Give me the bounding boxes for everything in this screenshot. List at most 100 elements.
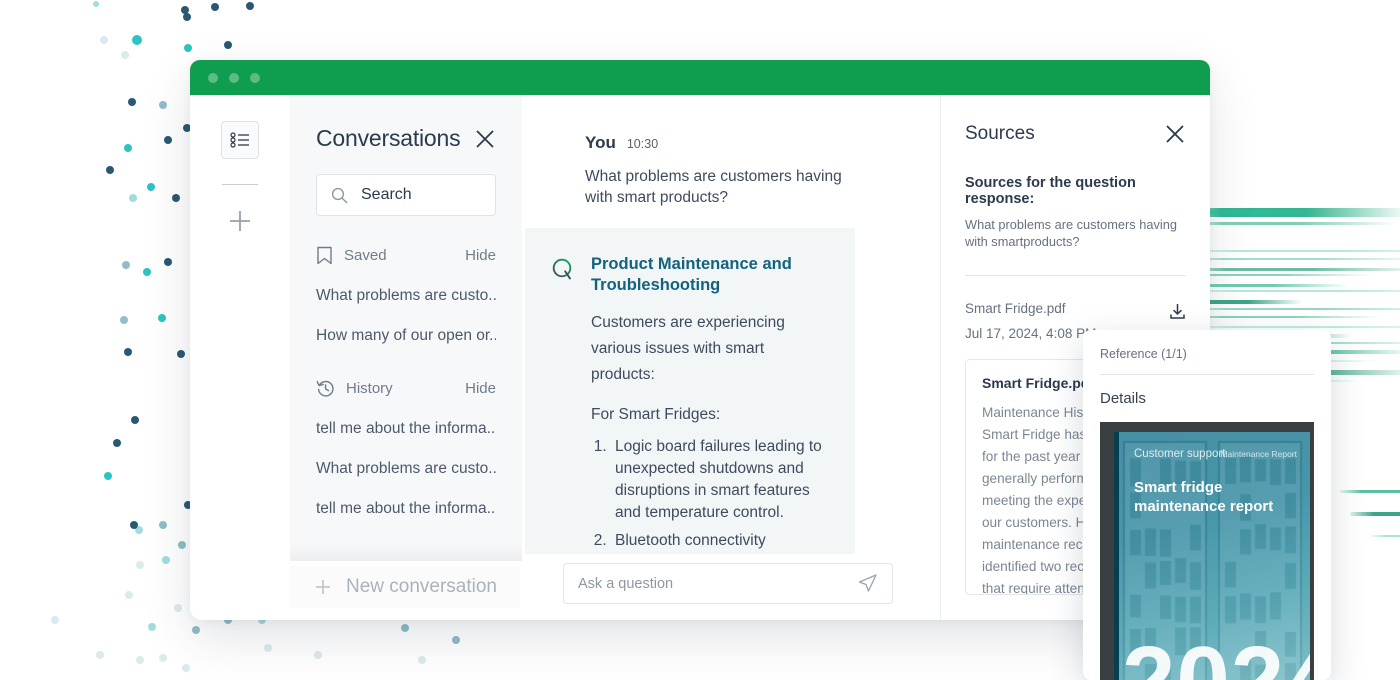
close-icon[interactable] [1164,123,1186,145]
thumbnail-kicker: Customer support [1134,448,1225,460]
reference-details-label: Details [1100,390,1314,407]
screenshot-root: Conversations Search Saved Hide What pro… [0,0,1400,680]
decor-dot [131,416,139,424]
window-dot-maximize[interactable] [250,73,260,83]
decor-dot [164,258,172,266]
decor-dot [172,194,180,202]
conversations-header: Conversations [316,95,496,152]
saved-label: Saved [344,247,387,264]
decor-dot [158,314,166,322]
list-icon-glyph [230,132,250,148]
answer-title: Product Maintenance and Troubleshooting [591,254,829,296]
decor-dot [121,51,129,59]
answer-list-item: Logic board failures leading to unexpect… [611,436,829,524]
history-section-header: History Hide [316,379,496,398]
decor-streak [1370,535,1400,537]
decor-dot [96,651,104,659]
thumbnail-title: Smart fridge maintenance report [1134,478,1310,516]
decor-dot [184,44,192,52]
source-file-name: Smart Fridge.pdf [965,301,1096,316]
decor-dot [135,526,143,534]
thumbnail-accent-bar [1114,432,1119,680]
list-item[interactable]: What problems are custo... [316,460,496,478]
answer-paragraph: Customers are experiencing various issue… [591,310,829,388]
decor-dot [148,623,156,631]
decor-streak [1180,326,1400,328]
close-icon[interactable] [474,128,496,150]
search-input[interactable]: Search [316,174,496,216]
user-message: You 10:30 What problems are customers ha… [522,95,940,208]
decor-dot [174,604,182,612]
download-icon[interactable] [1169,301,1186,325]
list-item[interactable]: tell me about the informa... [316,500,496,518]
decor-dot [162,556,170,564]
decor-streak [1182,268,1400,271]
decor-streak [1186,316,1381,318]
conversations-title: Conversations [316,125,460,152]
decor-dot [124,144,132,152]
decor-dot [159,101,167,109]
message-timestamp: 10:30 [627,137,658,151]
decor-dot [51,616,59,624]
decor-dot [159,654,167,662]
decor-dot [147,183,155,191]
window-titlebar [190,60,1210,95]
decor-dot [136,656,144,664]
answer-card: Product Maintenance and Troubleshooting … [525,228,855,554]
send-icon[interactable] [857,573,878,594]
plus-icon[interactable] [227,208,253,239]
decor-dot [246,2,254,10]
rail-divider [222,184,258,185]
decor-dot [104,472,112,480]
decor-dot [314,651,322,659]
new-conversation-label: New conversation [346,576,497,598]
sources-question: What problems are customers having with … [965,216,1186,250]
list-item[interactable]: tell me about the informa... [316,420,496,438]
decor-dot [125,591,133,599]
decor-dot [124,348,132,356]
decor-dot [164,136,172,144]
decor-dot [128,98,136,106]
decor-dot [129,194,137,202]
answer-subheading: For Smart Fridges: [591,402,829,428]
decor-dot [100,36,108,44]
decor-streak [1180,258,1400,260]
decor-dot [401,624,409,632]
decor-streak [1186,222,1396,225]
thumbnail-year: 2024 [1122,626,1310,680]
reference-label: Reference (1/1) [1100,347,1314,361]
plus-icon-glyph [227,208,253,234]
decor-streak [1180,250,1400,252]
close-icon-glyph [474,128,496,150]
decor-dot [93,1,99,7]
decor-dot [159,521,167,529]
decor-dot [264,644,272,652]
history-hide-button[interactable]: Hide [465,380,496,397]
saved-section-header: Saved Hide [316,246,496,265]
divider [965,275,1186,276]
decor-dot [211,3,219,11]
window-dot-minimize[interactable] [229,73,239,83]
decor-dot [182,664,190,672]
saved-hide-button[interactable]: Hide [465,247,496,264]
window-body: Conversations Search Saved Hide What pro… [190,95,1210,620]
list-icon[interactable] [221,121,259,159]
app-window: Conversations Search Saved Hide What pro… [190,60,1210,620]
new-conversation-button[interactable]: New conversation [290,566,520,608]
decor-dot [183,13,191,21]
user-message-text: What problems are customers having with … [585,166,845,208]
ask-question-input[interactable]: Ask a question [563,563,893,604]
decor-dot [181,6,189,14]
reference-popup: Reference (1/1) Details Customer support… [1083,330,1331,680]
user-message-header: You 10:30 [585,133,940,153]
sources-title: Sources [965,123,1035,145]
decor-streak [1180,208,1400,217]
decor-dot [122,261,130,269]
list-item[interactable]: What problems are custo... [316,287,496,305]
panel-fade [290,521,522,561]
document-thumbnail[interactable]: Customer support Maintenance Report Smar… [1100,422,1314,680]
list-item[interactable]: How many of our open or... [316,327,496,345]
window-dot-close[interactable] [208,73,218,83]
history-label: History [346,380,393,397]
bookmark-icon [316,246,333,265]
